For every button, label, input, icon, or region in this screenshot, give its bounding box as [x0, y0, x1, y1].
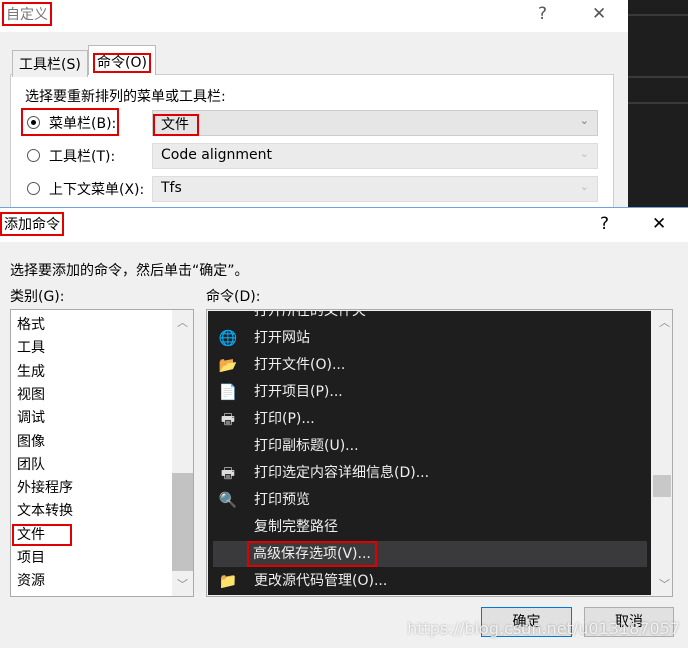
category-item[interactable]: 格式: [17, 314, 45, 336]
scroll-up-icon[interactable]: ︿: [177, 314, 188, 330]
command-item[interactable]: 打开所在的文件夹: [208, 311, 650, 324]
command-list[interactable]: 打开所在的文件夹 🌐 打开网站 📂 打开文件(O)... 📄 打开项目(P)... 🖶 打印(P…: [206, 309, 673, 597]
menubar-select[interactable]: 文件 ⌄: [152, 110, 598, 136]
category-label: 类别(G):: [10, 289, 65, 305]
tab-commands-label: 命令(O): [93, 53, 151, 73]
command-item[interactable]: 复制完整路径: [208, 514, 650, 540]
command-label: 打印预览: [254, 492, 310, 508]
title-bar: [0, 0, 628, 32]
category-item[interactable]: 生成: [17, 361, 45, 383]
title-bar: [0, 208, 688, 242]
command-item[interactable]: 🖶 打印选定内容详细信息(D)...: [208, 460, 650, 486]
command-label: 命令(D):: [206, 289, 261, 305]
command-label: 打印选定内容详细信息(D)...: [254, 465, 430, 481]
command-label: 打印副标题(U)...: [254, 438, 359, 454]
command-label: 更改源代码管理(O)...: [254, 573, 388, 589]
category-list[interactable]: 资源 项目 文件 文本转换 外接程序 团队 图像 调试 视图 生成 工具 格式 ︿ ﹀: [10, 309, 194, 597]
command-label: 打印(P)...: [254, 411, 315, 427]
chevron-down-icon: ⌄: [579, 114, 589, 127]
watermark: https://blog.csdn.net/u013187057: [407, 619, 680, 638]
help-button[interactable]: ?: [538, 4, 547, 24]
printer-icon: 🖶: [220, 410, 236, 428]
command-label: 打开项目(P)...: [254, 384, 343, 400]
globe-icon: 🌐: [218, 329, 238, 347]
category-item[interactable]: 项目: [17, 547, 45, 569]
scrollbar-thumb[interactable]: [653, 475, 671, 497]
command-label: 复制完整路径: [254, 519, 338, 535]
help-button[interactable]: ?: [600, 214, 609, 234]
customize-dialog: 自定义 ? ✕ 工具栏(S) 命令(O) 选择要重新排列的菜单或工具栏: 菜单栏…: [0, 0, 628, 214]
close-button[interactable]: ✕: [652, 214, 666, 234]
menubar-label: 菜单栏(B):: [49, 116, 117, 132]
context-menu-radio[interactable]: [27, 182, 40, 195]
toolbar-label: 工具栏(T):: [49, 149, 116, 165]
command-item[interactable]: 🔍 打印预览: [208, 487, 650, 513]
tab-commands[interactable]: 命令(O): [88, 45, 156, 75]
command-label: 打开所在的文件夹: [254, 311, 366, 319]
category-item[interactable]: 图像: [17, 431, 45, 453]
print-preview-icon: 🔍: [218, 491, 238, 509]
command-item[interactable]: 🖶 打印(P)...: [208, 406, 650, 432]
command-label: 打开文件(O)...: [254, 357, 346, 373]
category-item[interactable]: 文件: [12, 523, 72, 546]
command-label: 打开网站: [254, 330, 310, 346]
close-button[interactable]: ✕: [592, 4, 606, 24]
background-editor: [628, 0, 688, 207]
instruction-text: 选择要添加的命令，然后单击“确定”。: [10, 263, 249, 279]
context-menu-label: 上下文菜单(X):: [49, 182, 145, 198]
menubar-select-value: 文件: [153, 114, 199, 136]
source-control-icon: 📁: [218, 572, 238, 590]
open-folder-icon: 📂: [218, 356, 238, 374]
category-item[interactable]: 外接程序: [17, 477, 73, 499]
toolbar-select[interactable]: Code alignment ⌄: [152, 143, 598, 169]
scroll-down-icon[interactable]: ﹀: [659, 576, 670, 592]
category-item[interactable]: 资源: [17, 570, 45, 592]
open-project-icon: 📄: [218, 383, 238, 401]
command-item[interactable]: 🌐 打开网站: [208, 325, 650, 351]
context-menu-select-value: Tfs: [161, 180, 182, 196]
command-item[interactable]: 📄 打开项目(P)...: [208, 379, 650, 405]
printer-icon: 🖶: [220, 464, 236, 482]
toolbar-radio[interactable]: [27, 149, 40, 162]
command-item[interactable]: 高级保存选项(V)...: [213, 541, 647, 567]
dialog-title: 添加命令: [0, 212, 64, 236]
tab-toolbars[interactable]: 工具栏(S): [12, 50, 88, 77]
category-item[interactable]: 工具: [17, 337, 45, 359]
context-menu-select[interactable]: Tfs ⌄: [152, 176, 598, 202]
chevron-down-icon: ⌄: [579, 147, 589, 160]
add-command-dialog: 添加命令 ? ✕ 选择要添加的命令，然后单击“确定”。 类别(G): 命令(D)…: [0, 207, 688, 648]
category-scrollbar[interactable]: ︿ ﹀: [172, 310, 193, 596]
category-item[interactable]: 文本转换: [17, 500, 73, 522]
command-item[interactable]: 打印副标题(U)...: [208, 433, 650, 459]
prompt-label: 选择要重新排列的菜单或工具栏:: [25, 89, 226, 105]
scroll-down-icon[interactable]: ﹀: [177, 576, 188, 592]
scrollbar-thumb[interactable]: [172, 473, 193, 571]
command-label: 高级保存选项(V)...: [247, 541, 377, 567]
command-item[interactable]: 📁 更改源代码管理(O)...: [208, 568, 650, 594]
category-item[interactable]: 调试: [17, 407, 45, 429]
command-item[interactable]: 📂 打开文件(O)...: [208, 352, 650, 378]
scroll-up-icon[interactable]: ︿: [659, 314, 670, 330]
dialog-title: 自定义: [2, 2, 52, 26]
toolbar-select-value: Code alignment: [161, 147, 273, 163]
category-item[interactable]: 视图: [17, 384, 45, 406]
menubar-radio[interactable]: [27, 116, 40, 129]
command-list-items: 打开所在的文件夹 🌐 打开网站 📂 打开文件(O)... 📄 打开项目(P)... 🖶 打印(P…: [208, 311, 651, 595]
chevron-down-icon: ⌄: [579, 180, 589, 193]
category-item[interactable]: 团队: [17, 454, 45, 476]
